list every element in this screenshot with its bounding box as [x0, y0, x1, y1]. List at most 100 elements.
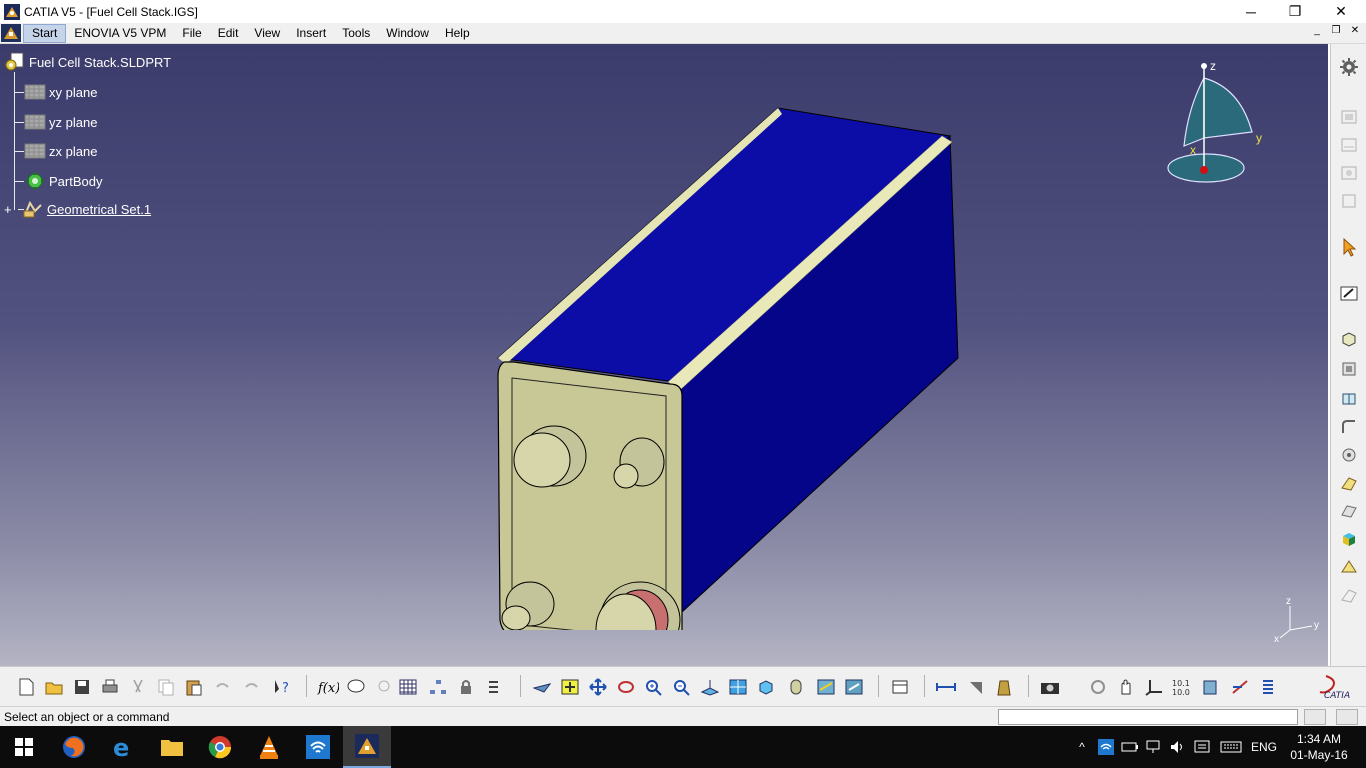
tree-item-geometrical-set[interactable]: + Geometrical Set.1: [4, 199, 151, 219]
cut-icon[interactable]: [126, 676, 150, 698]
manipulation-hand-icon[interactable]: [1114, 676, 1138, 698]
command-cancel-button[interactable]: [1336, 709, 1358, 725]
zoom-out-icon[interactable]: [670, 676, 694, 698]
clock[interactable]: 1:34 AM 01-May-16: [1284, 726, 1354, 768]
cube-icon[interactable]: [1337, 528, 1361, 550]
select-arrow-icon[interactable]: [1337, 236, 1361, 258]
battery-icon[interactable]: [1120, 726, 1140, 768]
lock-icon[interactable]: [454, 676, 478, 698]
menu-help[interactable]: Help: [437, 24, 478, 43]
language-indicator[interactable]: ENG: [1248, 726, 1280, 768]
network-icon[interactable]: [1144, 726, 1164, 768]
update-icon[interactable]: [1086, 676, 1110, 698]
formula-icon[interactable]: f(x): [316, 676, 340, 698]
shading-icon[interactable]: [784, 676, 808, 698]
gsd-disabled-icon[interactable]: [1337, 162, 1361, 184]
assembly-disabled-icon[interactable]: [1337, 190, 1361, 212]
open-folder-icon[interactable]: [42, 676, 66, 698]
units-icon[interactable]: 10.1 10.0: [1170, 676, 1194, 698]
doc-minimize-button[interactable]: _: [1308, 25, 1326, 36]
pocket-icon[interactable]: [1337, 358, 1361, 380]
command-apply-button[interactable]: [1304, 709, 1326, 725]
save-icon[interactable]: [70, 676, 94, 698]
capture-camera-icon[interactable]: [1038, 676, 1062, 698]
paste-icon[interactable]: [182, 676, 206, 698]
new-document-icon[interactable]: [14, 676, 38, 698]
cut-plane-icon[interactable]: [1198, 676, 1222, 698]
menu-insert[interactable]: Insert: [288, 24, 334, 43]
axis-system-icon[interactable]: [1142, 676, 1166, 698]
zoom-in-icon[interactable]: [642, 676, 666, 698]
wifi-app-icon[interactable]: [294, 726, 342, 768]
firefox-icon[interactable]: [50, 726, 98, 768]
menu-tools[interactable]: Tools: [334, 24, 378, 43]
hole-icon[interactable]: [1337, 444, 1361, 466]
annotation-disabled-icon[interactable]: [1337, 584, 1361, 606]
expand-plus-icon[interactable]: +: [4, 202, 22, 217]
knowledge-advisor-icon[interactable]: [344, 676, 368, 698]
show-hidden-icons-chevron-icon[interactable]: ^: [1072, 726, 1092, 768]
fuel-cell-stack-model[interactable]: [470, 100, 970, 630]
redo-icon[interactable]: [240, 676, 264, 698]
table-icon[interactable]: [396, 676, 420, 698]
print-icon[interactable]: [98, 676, 122, 698]
pad-icon[interactable]: [1337, 328, 1361, 350]
menu-enovia[interactable]: ENOVIA V5 VPM: [66, 24, 174, 43]
3d-annotations-icon[interactable]: [1228, 676, 1252, 698]
light-bulb-icon[interactable]: [372, 676, 396, 698]
fly-mode-icon[interactable]: [530, 676, 554, 698]
maximize-button[interactable]: ❐: [1272, 0, 1318, 23]
list-icon[interactable]: [1256, 676, 1280, 698]
file-explorer-icon[interactable]: [148, 726, 196, 768]
normal-view-icon[interactable]: [698, 676, 722, 698]
parameters-icon[interactable]: [484, 676, 508, 698]
edge-icon[interactable]: e: [99, 726, 147, 768]
close-button[interactable]: ✕: [1318, 0, 1364, 23]
draft-icon[interactable]: [1337, 472, 1361, 494]
menu-view[interactable]: View: [246, 24, 288, 43]
volume-icon[interactable]: [1168, 726, 1188, 768]
multi-view-icon[interactable]: [726, 676, 750, 698]
fit-all-icon[interactable]: [558, 676, 582, 698]
iso-view-icon[interactable]: [754, 676, 778, 698]
analysis-icon[interactable]: [1337, 556, 1361, 578]
doc-close-button[interactable]: ✕: [1346, 25, 1364, 36]
tree-item-zx-plane[interactable]: zx plane: [24, 141, 97, 161]
hierarchy-icon[interactable]: [426, 676, 450, 698]
catia-menu-logo-icon[interactable]: [1, 24, 21, 42]
catalog-browser-icon[interactable]: [888, 676, 912, 698]
tree-root[interactable]: Fuel Cell Stack.SLDPRT: [4, 52, 171, 72]
command-input[interactable]: [998, 709, 1298, 725]
measure-item-icon[interactable]: [964, 676, 988, 698]
action-center-icon[interactable]: [1192, 726, 1212, 768]
part-design-disabled-icon[interactable]: [1337, 134, 1361, 156]
copy-icon[interactable]: [154, 676, 178, 698]
vlc-icon[interactable]: [245, 726, 293, 768]
settings-gear-icon[interactable]: [1337, 56, 1361, 78]
start-icon[interactable]: [0, 726, 48, 768]
hide-show-icon[interactable]: [814, 676, 838, 698]
doc-restore-button[interactable]: ❐: [1327, 25, 1345, 36]
fillet-icon[interactable]: [1337, 416, 1361, 438]
sketcher-disabled-icon[interactable]: [1337, 106, 1361, 128]
catia-icon[interactable]: [343, 726, 391, 768]
menu-edit[interactable]: Edit: [210, 24, 247, 43]
tree-item-yz-plane[interactable]: yz plane: [24, 112, 97, 132]
rotate-icon[interactable]: [614, 676, 638, 698]
tree-item-partbody[interactable]: PartBody: [24, 171, 102, 191]
tree-item-xy-plane[interactable]: xy plane: [24, 82, 97, 102]
wifi-tray-icon[interactable]: [1096, 726, 1116, 768]
undo-icon[interactable]: [210, 676, 234, 698]
help-whats-this-icon[interactable]: ?: [270, 676, 294, 698]
swap-space-icon[interactable]: [842, 676, 866, 698]
menu-file[interactable]: File: [174, 24, 209, 43]
keyboard-icon[interactable]: [1218, 726, 1244, 768]
dress-up-icon[interactable]: [1337, 388, 1361, 410]
3d-viewport[interactable]: Fuel Cell Stack.SLDPRT xy plane yz plane…: [0, 44, 1328, 666]
minimize-button[interactable]: ─: [1228, 0, 1274, 23]
compass[interactable]: z x y: [1160, 58, 1270, 188]
chrome-icon[interactable]: [196, 726, 244, 768]
pan-icon[interactable]: [586, 676, 610, 698]
sketch-icon[interactable]: [1337, 282, 1361, 304]
measure-inertia-icon[interactable]: [992, 676, 1016, 698]
